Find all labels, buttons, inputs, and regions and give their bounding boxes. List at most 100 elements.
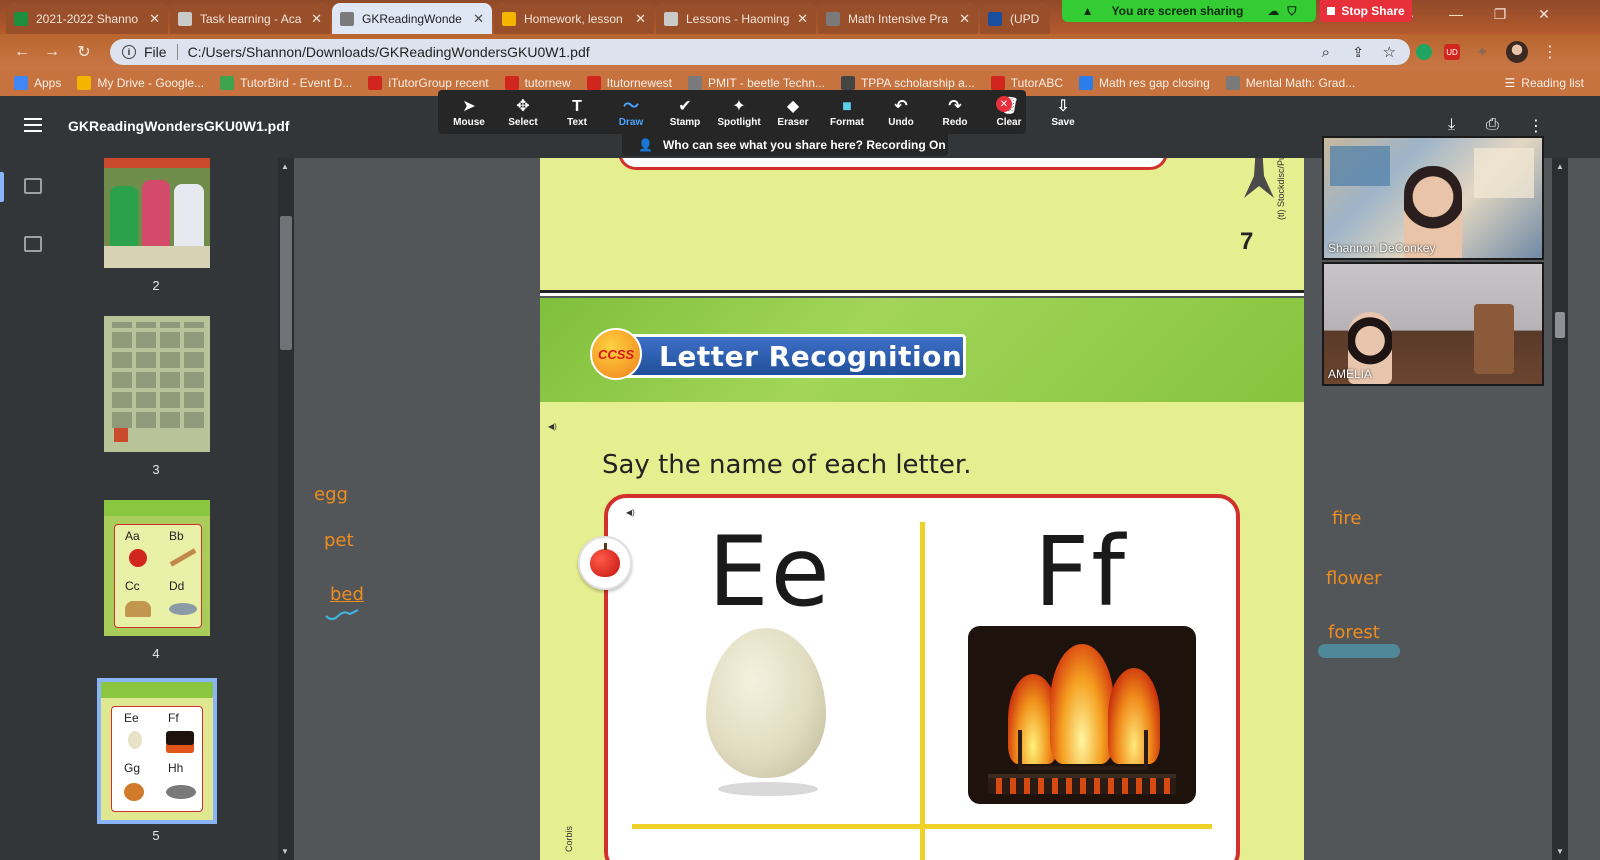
bookmark-item[interactable]: TutorABC xyxy=(990,76,1063,90)
who-can-see-notice[interactable]: 👤 Who can see what you share here? Recor… xyxy=(622,134,948,156)
thumbnail-page-number: 5 xyxy=(152,828,160,843)
scroll-up-icon[interactable]: ▲ xyxy=(1556,162,1564,171)
zoom-icon[interactable]: ⌕ xyxy=(1322,44,1330,61)
share-icon[interactable]: ⇪ xyxy=(1352,44,1364,61)
thumbnail-page-2[interactable] xyxy=(104,158,210,268)
tool-format[interactable]: ■ Format xyxy=(820,97,874,128)
bookmark-label: Math res gap closing xyxy=(1099,76,1210,90)
thumbnail-page-number: 2 xyxy=(152,278,160,293)
outline-icon[interactable] xyxy=(24,236,42,252)
close-tab-icon[interactable]: ✕ xyxy=(959,11,970,27)
back-arrow-icon[interactable]: ← xyxy=(10,40,34,64)
more-options-icon[interactable]: ⋮ xyxy=(1528,116,1544,136)
scroll-down-icon[interactable]: ▼ xyxy=(1556,847,1564,856)
close-tab-icon[interactable]: ✕ xyxy=(473,11,484,27)
stop-share-button[interactable]: Stop Share xyxy=(1320,0,1412,22)
extension-ublock-icon[interactable]: UD xyxy=(1444,44,1460,60)
audio-speaker-icon[interactable]: ◀) xyxy=(548,422,557,431)
bookmark-star-icon[interactable]: ☆ xyxy=(1383,43,1396,61)
tool-label: Stamp xyxy=(669,116,701,128)
text-icon: T xyxy=(572,97,582,115)
sheets-icon xyxy=(14,11,28,26)
tool-save[interactable]: ⇩ Save xyxy=(1036,97,1090,128)
reading-list-button[interactable]: ☰ Reading list xyxy=(1505,76,1584,90)
address-bar[interactable]: i File C:/Users/Shannon/Downloads/GKRead… xyxy=(110,39,1410,65)
bookmark-item[interactable]: iTutorGroup recent xyxy=(368,76,489,90)
tab-4[interactable]: Homework, lesson ✕ xyxy=(494,3,654,34)
tab-5[interactable]: Lessons - Haoming ✕ xyxy=(656,3,816,34)
tool-eraser[interactable]: ◆ Eraser xyxy=(766,97,820,128)
tab-6[interactable]: Math Intensive Pra ✕ xyxy=(818,3,978,34)
close-tab-icon[interactable]: ✕ xyxy=(635,11,646,27)
reading-list-label: Reading list xyxy=(1521,76,1584,90)
tool-draw[interactable]: 〜 Draw xyxy=(604,97,658,128)
thumb-hippo xyxy=(166,785,196,799)
fish-tail-image xyxy=(1244,158,1274,198)
document-scrollbar[interactable]: ▲ ▼ xyxy=(1552,158,1568,860)
tool-mouse[interactable]: ➤ Mouse xyxy=(442,97,496,128)
close-tab-icon[interactable]: ✕ xyxy=(311,11,322,27)
thumb-letter: Bb xyxy=(169,529,184,543)
document-icon xyxy=(178,11,192,26)
extensions-puzzle-icon[interactable]: ✦ xyxy=(1476,43,1494,61)
info-icon[interactable]: i xyxy=(122,45,136,59)
bookmark-item[interactable]: Math res gap closing xyxy=(1079,76,1210,90)
tab-1[interactable]: 2021-2022 Shanno ✕ xyxy=(6,3,168,34)
shield-icon: ⛉ xyxy=(1287,3,1297,18)
tab-3[interactable]: GKReadingWonde ✕ xyxy=(332,3,492,34)
thumbnails-icon[interactable] xyxy=(24,178,42,194)
reload-icon[interactable]: ↻ xyxy=(72,40,96,64)
bookmark-item[interactable]: TutorBird - Event D... xyxy=(220,76,352,90)
close-tab-icon[interactable]: ✕ xyxy=(149,11,160,27)
bookmark-label: iTutorGroup recent xyxy=(388,76,489,90)
tab-2[interactable]: Task learning - Aca ✕ xyxy=(170,3,330,34)
bookmark-item[interactable]: Apps xyxy=(14,76,61,90)
hamburger-menu-icon[interactable] xyxy=(24,118,42,132)
sidebar-scrollbar[interactable]: ▲ ▼ xyxy=(278,158,294,860)
restore-button[interactable]: ❐ xyxy=(1478,0,1522,28)
bookmark-item[interactable]: tutornew xyxy=(504,76,571,90)
audio-speaker-icon[interactable]: ◀) xyxy=(626,508,635,517)
thumbnail-page-3[interactable] xyxy=(104,316,210,452)
screen-sharing-banner[interactable]: ▲ You are screen sharing ☁ ⛉ xyxy=(1062,0,1316,22)
minimize-button[interactable]: — xyxy=(1434,0,1478,28)
bookmark-item[interactable]: TPPA scholarship a... xyxy=(840,76,975,90)
tool-spotlight[interactable]: ✦ Spotlight xyxy=(712,97,766,128)
thumb-picture-grid xyxy=(112,322,204,428)
tool-stamp[interactable]: ✔ Stamp xyxy=(658,97,712,128)
scroll-down-icon[interactable]: ▼ xyxy=(281,847,289,856)
tool-undo[interactable]: ↶ Undo xyxy=(874,97,928,128)
close-annotation-icon[interactable]: ✕ xyxy=(996,96,1012,112)
thumbnail-page-4[interactable]: Aa Bb Cc Dd xyxy=(104,500,210,636)
sidebar-scroll-thumb[interactable] xyxy=(280,216,292,350)
bookmark-favicon-icon xyxy=(688,76,702,90)
scroll-up-icon[interactable]: ▲ xyxy=(281,162,289,171)
tool-redo[interactable]: ↷ Redo xyxy=(928,97,982,128)
document-scroll-thumb[interactable] xyxy=(1555,312,1565,338)
reading-list-icon: ☰ xyxy=(1504,76,1516,90)
video-tile-shannon[interactable]: Shannon DeConkey xyxy=(1322,136,1544,260)
background-poster xyxy=(1330,146,1390,186)
browser-menu-icon[interactable]: ⋮ xyxy=(1542,42,1558,62)
bookmark-item[interactable]: Itutornewest xyxy=(586,76,672,90)
egg-shadow xyxy=(718,782,818,796)
print-icon[interactable]: ⎙ xyxy=(1486,116,1499,134)
thumbnail-page-5[interactable]: Ee Ff Gg Hh xyxy=(97,678,217,824)
forward-arrow-icon[interactable]: → xyxy=(40,40,64,64)
bookmark-label: Apps xyxy=(34,76,62,90)
bookmark-icon xyxy=(988,11,1002,26)
tab-title: (UPD xyxy=(1010,11,1040,26)
close-tab-icon[interactable]: ✕ xyxy=(797,11,808,27)
bookmark-item[interactable]: Mental Math: Grad... xyxy=(1225,76,1355,90)
bookmark-item[interactable]: PMIT - beetle Techn... xyxy=(688,76,825,90)
tool-select[interactable]: ✥ Select xyxy=(496,97,550,128)
video-tile-amelia[interactable]: AMELIA xyxy=(1322,262,1544,386)
profile-avatar[interactable] xyxy=(1506,41,1528,63)
extension-evernote-icon[interactable] xyxy=(1416,44,1432,60)
tool-text[interactable]: T Text xyxy=(550,97,604,128)
download-icon[interactable]: ⤓ xyxy=(1448,116,1455,134)
letter-ff: Ff xyxy=(1034,516,1128,628)
close-window-button[interactable]: ✕ xyxy=(1522,0,1566,28)
tab-7[interactable]: (UPD xyxy=(980,3,1050,34)
bookmark-item[interactable]: My Drive - Google... xyxy=(77,76,204,90)
